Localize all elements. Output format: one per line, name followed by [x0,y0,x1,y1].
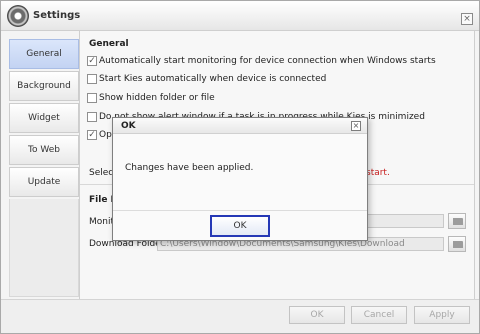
dialog-ok-button[interactable]: OK [210,215,270,237]
dialog-title: OK [121,121,136,131]
dialog-divider [113,210,367,211]
dialog-close-button[interactable]: × [351,121,361,131]
dialog-message: Changes have been applied. [125,163,254,173]
dialog-title-bar: OK × [113,118,367,134]
modal-overlay: OK × Changes have been applied. OK [0,0,478,332]
confirmation-dialog: OK × Changes have been applied. OK [112,117,368,241]
